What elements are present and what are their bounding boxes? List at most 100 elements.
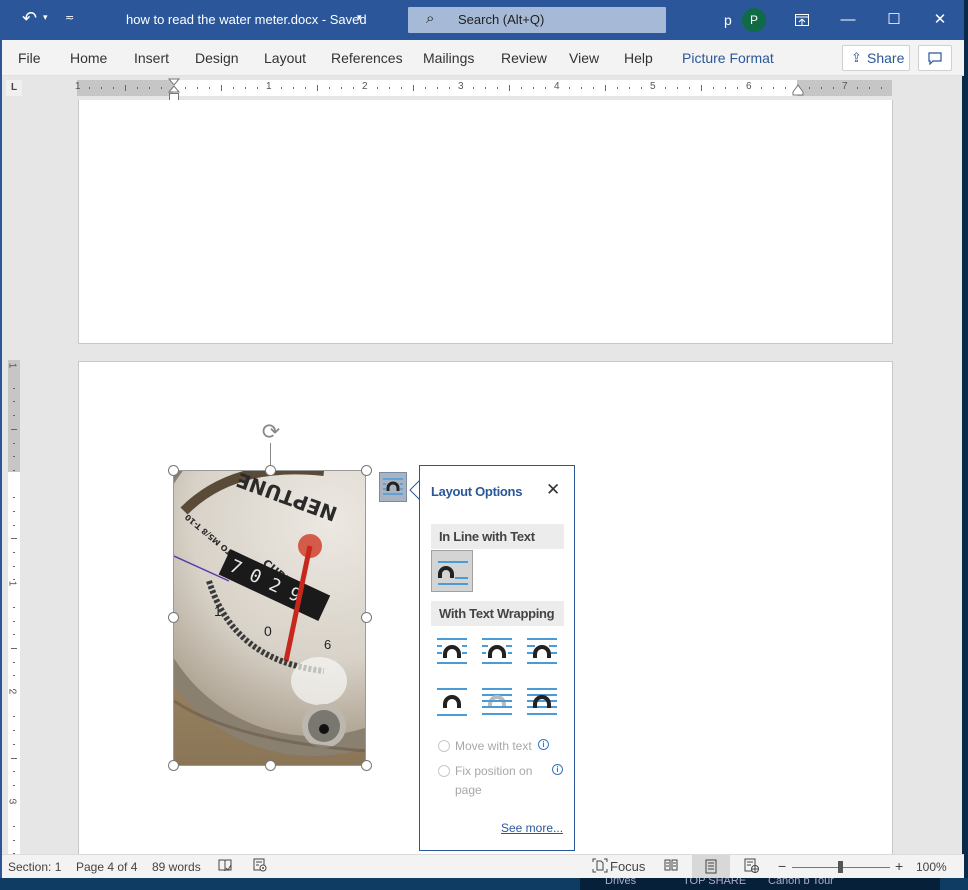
ruler-tick: [13, 662, 15, 663]
wrap-through-icon: [527, 638, 557, 664]
read-mode-icon[interactable]: [664, 858, 678, 875]
tab-picture-format[interactable]: Picture Format: [682, 50, 774, 66]
search-input[interactable]: ⌕ Search (Alt+Q): [408, 7, 666, 33]
ruler-tick: [209, 87, 210, 89]
status-bar: Section: 1 Page 4 of 4 89 words Focus − …: [2, 854, 964, 879]
undo-icon[interactable]: ↶: [22, 8, 37, 29]
proofing-icon[interactable]: [218, 858, 232, 875]
tab-references[interactable]: References: [331, 50, 403, 66]
indent-marker[interactable]: [168, 78, 180, 102]
wrap-option-square[interactable]: [431, 630, 473, 672]
ruler-tick: [593, 87, 594, 89]
resize-handle-right[interactable]: [361, 612, 372, 623]
radio-button[interactable]: [438, 740, 450, 752]
ruler-tick: [329, 87, 330, 89]
taskbar-item[interactable]: TOP SHARE: [683, 878, 746, 887]
ruler-tick: [605, 85, 606, 91]
comments-button[interactable]: [918, 45, 952, 71]
resize-handle-top-right[interactable]: [361, 465, 372, 476]
wrap-option-through[interactable]: [521, 630, 563, 672]
close-button[interactable]: ✕: [920, 8, 960, 32]
right-indent-marker[interactable]: [792, 84, 804, 96]
water-meter-image[interactable]: NEPTUNE CUBIC FEET AUTO M5/8 T-10 7 0 2 …: [173, 470, 366, 766]
ruler-number: 2: [6, 688, 18, 695]
ruler-tick: [617, 87, 618, 89]
focus-button[interactable]: Focus: [610, 859, 645, 874]
radio-button[interactable]: [438, 765, 450, 777]
ruler-number: 1: [6, 362, 18, 369]
customize-quick-access-icon[interactable]: ≂: [65, 11, 74, 24]
wrap-top-and-bottom-icon: [437, 688, 467, 716]
wrap-option-tight[interactable]: [476, 630, 518, 672]
tab-layout[interactable]: Layout: [264, 50, 306, 66]
document-page[interactable]: [78, 100, 893, 344]
ruler-tick: [161, 87, 162, 89]
info-icon[interactable]: i: [552, 764, 563, 775]
resize-handle-top-left[interactable]: [168, 465, 179, 476]
search-icon: ⌕: [426, 10, 435, 27]
minimize-button[interactable]: —: [828, 8, 868, 32]
saved-status-chevron-icon[interactable]: ▾: [357, 12, 362, 23]
print-layout-button[interactable]: [692, 855, 730, 879]
taskbar-item[interactable]: Canon b Tour: [768, 878, 834, 887]
svg-text:6: 6: [324, 637, 331, 652]
document-title[interactable]: how to read the water meter.docx - Saved: [126, 12, 367, 27]
zoom-out-button[interactable]: −: [778, 858, 786, 874]
see-more-link[interactable]: See more...: [501, 821, 563, 835]
wrap-tight-icon: [482, 638, 512, 664]
tab-mailings[interactable]: Mailings: [423, 50, 474, 66]
ruler-tick: [509, 85, 510, 91]
tab-view[interactable]: View: [569, 50, 599, 66]
close-icon[interactable]: ✕: [546, 480, 560, 500]
page-indicator[interactable]: Page 4 of 4: [76, 860, 137, 874]
resize-handle-bottom-right[interactable]: [361, 760, 372, 771]
vertical-ruler[interactable]: 1 1 2 3: [6, 360, 20, 854]
user-name[interactable]: p: [724, 12, 732, 28]
tab-home[interactable]: Home: [70, 50, 107, 66]
wrap-option-behind-text[interactable]: [476, 680, 518, 722]
section-indicator[interactable]: Section: 1: [8, 860, 61, 874]
horizontal-ruler[interactable]: 1 1 2 3 4 5 6 7: [75, 80, 892, 96]
info-icon[interactable]: i: [538, 739, 549, 750]
resize-handle-bottom[interactable]: [265, 760, 276, 771]
tab-file[interactable]: File: [18, 50, 41, 66]
ruler-tick: [401, 87, 402, 89]
tab-insert[interactable]: Insert: [134, 50, 169, 66]
resize-handle-bottom-left[interactable]: [168, 760, 179, 771]
undo-dropdown-chevron-icon[interactable]: ▾: [43, 12, 48, 23]
ruler-tick: [581, 87, 582, 89]
tab-design[interactable]: Design: [195, 50, 239, 66]
tab-help[interactable]: Help: [624, 50, 653, 66]
wrap-option-in-front-of-text[interactable]: [521, 680, 563, 722]
maximize-button[interactable]: ☐: [874, 8, 914, 32]
ruler-tick: [389, 87, 390, 89]
tab-review[interactable]: Review: [501, 50, 547, 66]
wrap-option-inline[interactable]: [431, 550, 473, 592]
zoom-in-button[interactable]: +: [895, 858, 903, 874]
ruler-tick: [197, 87, 198, 89]
taskbar-item[interactable]: Drives: [605, 878, 636, 887]
tab-selector[interactable]: L: [6, 80, 22, 96]
ruler-tick: [281, 87, 282, 89]
focus-icon[interactable]: [592, 858, 608, 876]
resize-handle-top[interactable]: [265, 465, 276, 476]
share-button[interactable]: ⇪ Share: [842, 45, 910, 71]
avatar[interactable]: P: [742, 8, 766, 32]
ruler-tick: [13, 566, 15, 567]
ruler-number: 1: [266, 81, 272, 92]
ruler-tick: [13, 689, 15, 690]
ribbon-display-options-button[interactable]: [782, 8, 822, 32]
rotate-handle-icon[interactable]: ⟳: [258, 419, 284, 445]
wrap-option-top-and-bottom[interactable]: [431, 680, 473, 722]
ruler-tick: [305, 87, 306, 89]
accessibility-icon[interactable]: [253, 858, 267, 875]
zoom-level[interactable]: 100%: [916, 860, 947, 874]
resize-handle-left[interactable]: [168, 612, 179, 623]
word-count[interactable]: 89 words: [152, 860, 201, 874]
web-layout-icon[interactable]: [744, 858, 759, 876]
water-meter-photo: NEPTUNE CUBIC FEET AUTO M5/8 T-10 7 0 2 …: [174, 471, 365, 765]
ruler-tick: [317, 85, 318, 91]
ruler-tick: [13, 634, 15, 635]
layout-options-button[interactable]: [379, 472, 407, 502]
zoom-slider-thumb[interactable]: [838, 861, 843, 873]
